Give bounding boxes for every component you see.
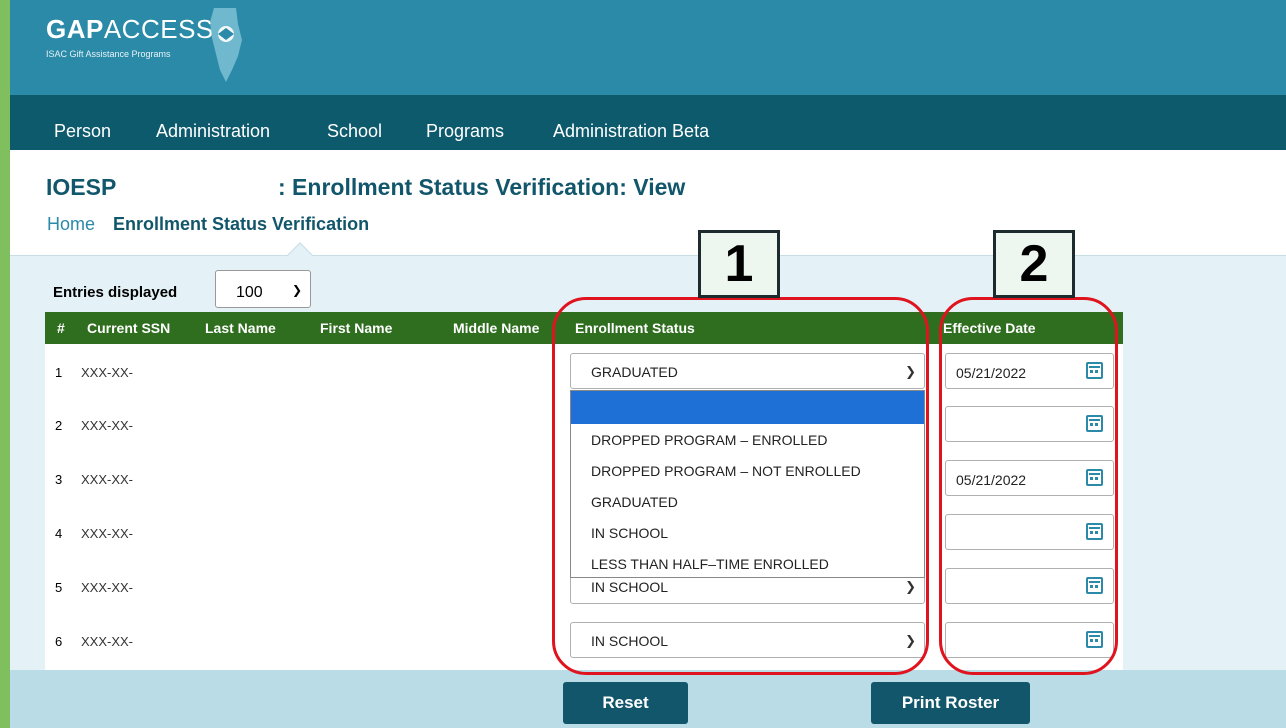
row-4-ssn: XXX-XX- bbox=[81, 526, 134, 541]
row-3-number: 3 bbox=[55, 472, 63, 487]
entries-displayed-label: Entries displayed bbox=[53, 284, 178, 301]
page-title-code: IOESP bbox=[46, 174, 117, 200]
row-5-ssn: XXX-XX- bbox=[81, 580, 134, 595]
print-roster-button[interactable]: Print Roster bbox=[871, 682, 1030, 724]
row-1-number: 1 bbox=[55, 365, 63, 380]
nav-item-administration-beta[interactable]: Administration Beta bbox=[553, 121, 709, 142]
row-6-number: 6 bbox=[55, 634, 63, 649]
col-header-last-name: Last Name bbox=[205, 320, 276, 336]
nav-item-administration[interactable]: Administration bbox=[156, 121, 270, 142]
breadcrumb: Home Enrollment Status Verification bbox=[47, 214, 369, 235]
col-header-middle-name: Middle Name bbox=[453, 320, 540, 336]
row-5-number: 5 bbox=[55, 580, 63, 595]
entries-displayed-select[interactable]: 100 ❯ bbox=[215, 270, 311, 308]
main-nav: Person Administration School Programs Ad… bbox=[10, 95, 1286, 150]
nav-item-person[interactable]: Person bbox=[54, 121, 111, 142]
nav-item-school[interactable]: School bbox=[327, 121, 382, 142]
row-6-ssn: XXX-XX- bbox=[81, 634, 134, 649]
callout-label-2: 2 bbox=[993, 230, 1075, 298]
logo-tagline: ISAC Gift Assistance Programs bbox=[46, 49, 171, 59]
left-accent-stripe bbox=[0, 0, 10, 728]
logo-brand-light: ACCESS bbox=[103, 14, 214, 44]
breadcrumb-divider bbox=[10, 255, 1286, 256]
breadcrumb-home-link[interactable]: Home bbox=[47, 214, 95, 234]
row-2-number: 2 bbox=[55, 418, 63, 433]
entries-displayed-value: 100 bbox=[236, 284, 263, 301]
callout-label-1: 1 bbox=[698, 230, 780, 298]
page-title-text: : Enrollment Status Verification: View bbox=[278, 174, 686, 200]
callout-outline-2 bbox=[939, 297, 1118, 675]
col-header-first-name: First Name bbox=[320, 320, 393, 336]
chevron-down-icon: ❯ bbox=[291, 283, 302, 297]
row-4-number: 4 bbox=[55, 526, 63, 541]
row-3-ssn: XXX-XX- bbox=[81, 472, 134, 487]
row-2-ssn: XXX-XX- bbox=[81, 418, 134, 433]
logo-brand-bold: GAP bbox=[46, 14, 104, 44]
gap-access-logo[interactable]: GAPACCESS ISAC Gift Assistance Programs bbox=[46, 14, 214, 59]
callout-outline-1 bbox=[552, 297, 929, 675]
col-header-current-ssn: Current SSN bbox=[87, 320, 171, 336]
nav-item-programs[interactable]: Programs bbox=[426, 121, 504, 142]
app-header: GAPACCESS ISAC Gift Assistance Programs bbox=[10, 0, 1286, 95]
breadcrumb-current: Enrollment Status Verification bbox=[113, 214, 370, 234]
reset-button[interactable]: Reset bbox=[563, 682, 688, 724]
illinois-logo-icon bbox=[210, 8, 242, 82]
col-header-number: # bbox=[57, 320, 65, 336]
row-1-ssn: XXX-XX- bbox=[81, 365, 134, 380]
